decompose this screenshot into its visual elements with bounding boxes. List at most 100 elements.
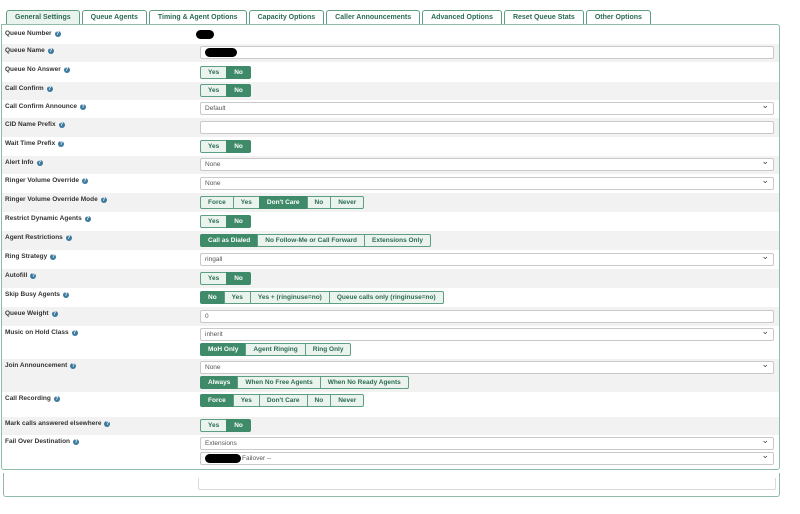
row-join-announcement: Join Announcement? None Always When No F… [2, 359, 779, 392]
call-confirm-announce-select[interactable]: Default [200, 100, 774, 115]
row-agent-restrictions: Agent Restrictions? Call as Dialed No Fo… [2, 231, 779, 250]
tab-other-options[interactable]: Other Options [585, 10, 651, 24]
fail-over-destination-target-select[interactable]: Failover -- [200, 450, 774, 465]
row-autofill: Autofill? Yes No [2, 269, 779, 288]
help-icon[interactable]: ? [73, 438, 80, 445]
ringer-mode-force[interactable]: Force [200, 196, 234, 209]
call-recording-yes[interactable]: Yes [232, 394, 260, 407]
tab-advanced-options[interactable]: Advanced Options [422, 10, 502, 24]
help-icon[interactable]: ? [81, 177, 88, 184]
help-icon[interactable]: ? [36, 159, 43, 166]
row-queue-number: Queue Number? [2, 27, 779, 43]
help-icon[interactable]: ? [65, 234, 72, 241]
general-settings-panel: Queue Number? Queue Name? Queue No Answe… [1, 24, 780, 470]
help-icon[interactable]: ? [47, 47, 54, 54]
ringer-volume-override-select[interactable]: None [200, 175, 774, 190]
help-icon[interactable]: ? [70, 362, 77, 369]
mark-calls-answered-elsewhere-label: Mark calls answered elsewhere? [5, 420, 111, 427]
help-icon[interactable]: ? [53, 395, 60, 402]
alert-info-select[interactable]: None [200, 156, 774, 171]
call-recording-force[interactable]: Force [200, 394, 234, 407]
tab-timing-agent-options[interactable]: Timing & Agent Options [148, 10, 247, 24]
agent-restrictions-extensions-only[interactable]: Extensions Only [364, 234, 431, 247]
skip-busy-agents-yes-ringinuse[interactable]: Yes + (ringinuse=no) [249, 291, 330, 304]
music-on-hold-class-select[interactable]: inherit [200, 326, 774, 341]
skip-busy-agents-yes[interactable]: Yes [223, 291, 251, 304]
mark-calls-answered-elsewhere-yes[interactable]: Yes [200, 419, 228, 432]
cid-name-prefix-input[interactable] [200, 121, 774, 134]
tab-reset-queue-stats[interactable]: Reset Queue Stats [503, 10, 584, 24]
skip-busy-agents-queue-calls-only[interactable]: Queue calls only (ringinuse=no) [328, 291, 444, 304]
row-cid-name-prefix: CID Name Prefix? [2, 118, 779, 137]
alert-info-label: Alert Info? [5, 159, 43, 166]
row-call-confirm: Call Confirm? Yes No [2, 82, 779, 100]
join-announcement-toggle: Always When No Free Agents When No Ready… [200, 376, 409, 389]
moh-ring-only[interactable]: Ring Only [304, 343, 352, 356]
moh-agent-ringing[interactable]: Agent Ringing [245, 343, 306, 356]
ring-strategy-label: Ring Strategy? [5, 253, 57, 260]
mark-calls-answered-elsewhere-no[interactable]: No [226, 419, 251, 432]
skip-busy-agents-toggle: No Yes Yes + (ringinuse=no) Queue calls … [200, 291, 444, 304]
agent-restrictions-call-as-dialed[interactable]: Call as Dialed [200, 234, 259, 247]
autofill-no[interactable]: No [226, 272, 251, 285]
help-icon[interactable]: ? [58, 121, 65, 128]
ring-strategy-select[interactable]: ringall [200, 251, 774, 266]
autofill-yes[interactable]: Yes [200, 272, 228, 285]
row-ringer-volume-override: Ringer Volume Override? None [2, 174, 779, 193]
help-icon[interactable]: ? [84, 215, 91, 222]
call-recording-dont-care[interactable]: Don't Care [258, 394, 308, 407]
help-icon[interactable]: ? [46, 85, 53, 92]
help-icon[interactable]: ? [30, 272, 37, 279]
restrict-dynamic-agents-label: Restrict Dynamic Agents? [5, 215, 91, 222]
wait-time-prefix-toggle: Yes No [200, 140, 251, 153]
help-icon[interactable]: ? [63, 291, 70, 298]
help-icon[interactable]: ? [63, 66, 70, 73]
help-icon[interactable]: ? [58, 140, 65, 147]
call-confirm-no[interactable]: No [226, 84, 251, 97]
tab-caller-announcements[interactable]: Caller Announcements [326, 10, 421, 24]
help-icon[interactable]: ? [54, 30, 61, 37]
skip-busy-agents-no[interactable]: No [200, 291, 225, 304]
call-confirm-announce-label: Call Confirm Announce? [5, 103, 86, 110]
wait-time-prefix-no[interactable]: No [226, 140, 251, 153]
queue-no-answer-yes[interactable]: Yes [200, 66, 228, 79]
call-recording-never[interactable]: Never [330, 394, 365, 407]
call-confirm-yes[interactable]: Yes [200, 84, 228, 97]
row-ring-strategy: Ring Strategy? ringall [2, 250, 779, 269]
row-queue-no-answer: Queue No Answer? Yes No [2, 63, 779, 82]
queue-name-input[interactable] [200, 46, 774, 59]
help-icon[interactable]: ? [51, 310, 58, 317]
ringer-mode-never[interactable]: Never [330, 196, 365, 209]
queue-no-answer-no[interactable]: No [226, 66, 251, 79]
queue-weight-input[interactable]: 0 [200, 310, 774, 323]
moh-only[interactable]: MoH Only [200, 343, 247, 356]
help-icon[interactable]: ? [50, 253, 57, 260]
ringer-mode-dont-care[interactable]: Don't Care [258, 196, 308, 209]
agent-restrictions-no-follow-me[interactable]: No Follow-Me or Call Forward [257, 234, 366, 247]
help-icon[interactable]: ? [71, 329, 78, 336]
help-icon[interactable]: ? [79, 103, 86, 110]
call-recording-no[interactable]: No [306, 394, 332, 407]
fail-over-destination-type-select[interactable]: Extensions [200, 435, 774, 450]
wait-time-prefix-yes[interactable]: Yes [200, 140, 228, 153]
tab-general-settings[interactable]: General Settings [6, 10, 80, 24]
row-call-recording: Call Recording? Force Yes Don't Care No … [2, 392, 779, 417]
ringer-mode-yes[interactable]: Yes [232, 196, 260, 209]
help-icon[interactable]: ? [104, 420, 111, 427]
join-announcement-select[interactable]: None [200, 359, 774, 374]
row-queue-name: Queue Name? [2, 44, 779, 62]
row-call-confirm-announce: Call Confirm Announce? Default [2, 100, 779, 118]
join-announcement-always[interactable]: Always [200, 376, 239, 389]
join-announcement-no-ready-agents[interactable]: When No Ready Agents [319, 376, 409, 389]
tab-capacity-options[interactable]: Capacity Options [248, 10, 325, 24]
help-icon[interactable]: ? [100, 196, 107, 203]
restrict-dynamic-agents-no[interactable]: No [226, 215, 251, 228]
cid-name-prefix-label: CID Name Prefix? [5, 121, 65, 128]
row-music-on-hold-class: Music on Hold Class? inherit MoH Only Ag… [2, 326, 779, 359]
restrict-dynamic-agents-yes[interactable]: Yes [200, 215, 228, 228]
outer-container-bottom [3, 473, 780, 497]
call-recording-toggle: Force Yes Don't Care No Never [200, 394, 365, 407]
ringer-mode-no[interactable]: No [306, 196, 332, 209]
tab-queue-agents[interactable]: Queue Agents [81, 10, 147, 24]
join-announcement-no-free-agents[interactable]: When No Free Agents [237, 376, 321, 389]
